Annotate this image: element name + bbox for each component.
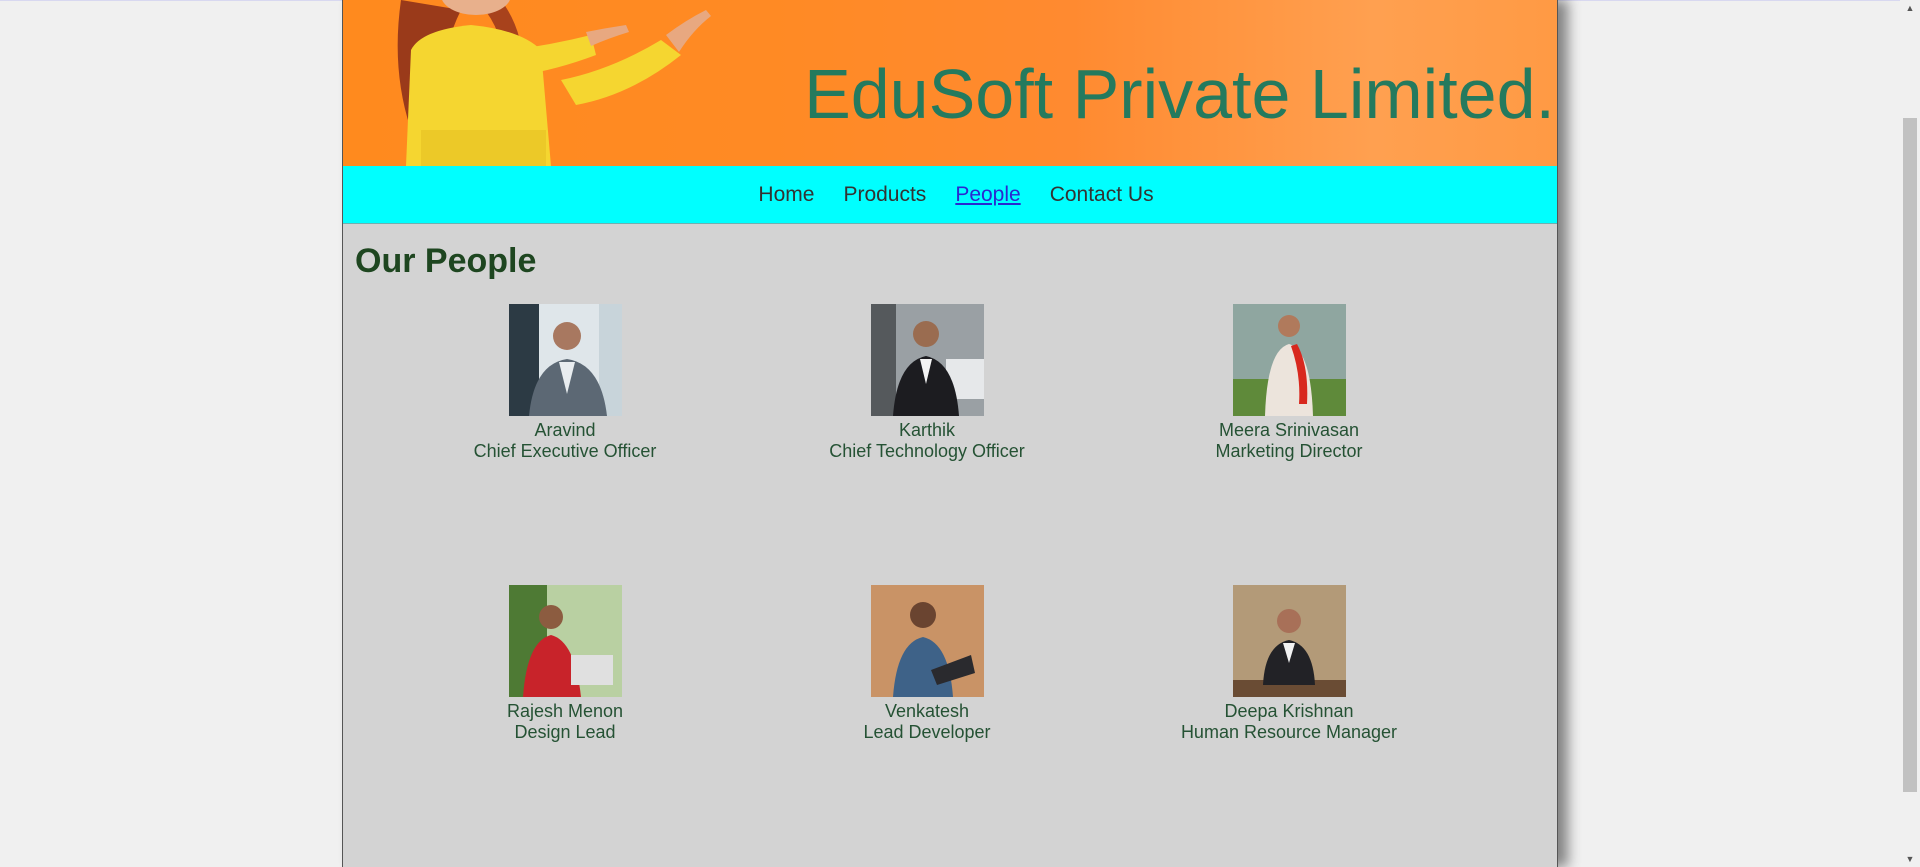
person-role: Lead Developer [863,722,991,742]
page-container: EduSoft Private Limited. Home Products P… [342,0,1558,867]
person-card: Meera Srinivasan Marketing Director [1159,304,1419,462]
banner-woman-pointing-image [397,0,711,166]
scroll-down-arrow-icon[interactable]: ▼ [1900,851,1920,867]
company-title: EduSoft Private Limited. [804,55,1555,133]
banner: EduSoft Private Limited. [343,0,1557,166]
person-name: Rajesh Menon [506,701,624,721]
person-name: Deepa Krishnan [1224,701,1354,721]
person-photo [1232,585,1346,697]
person-photo [870,585,984,697]
person-role: Marketing Director [1215,441,1363,461]
person-photo [508,585,622,697]
person-name: Karthik [898,420,956,440]
person-role: Chief Executive Officer [473,441,657,461]
person-photo [1232,304,1346,416]
person-card: Rajesh Menon Design Lead [435,585,695,743]
person-card: Karthik Chief Technology Officer [797,304,1057,462]
person-card: Deepa Krishnan Human Resource Manager [1159,585,1419,743]
person-card: Venkatesh Lead Developer [797,585,1057,743]
person-role: Chief Technology Officer [829,441,1025,461]
scroll-up-arrow-icon[interactable]: ▲ [1900,0,1920,16]
nav-people[interactable]: People [955,183,1020,207]
person-name: Venkatesh [884,701,970,721]
person-name: Meera Srinivasan [1218,420,1360,440]
nav-products[interactable]: Products [843,183,926,207]
scrollbar-thumb[interactable] [1903,118,1917,792]
person-role: Design Lead [514,722,616,742]
page-title: Our People [355,242,537,280]
main-content: Our People Aravind Chief Executive Offic… [343,224,1557,742]
nav-home[interactable]: Home [758,183,814,207]
nav-contact-us[interactable]: Contact Us [1050,183,1154,207]
main-nav: Home Products People Contact Us [343,166,1557,224]
person-role: Human Resource Manager [1180,722,1398,742]
person-photo [508,304,622,416]
person-photo [870,304,984,416]
person-name: Aravind [534,420,596,440]
person-card: Aravind Chief Executive Officer [435,304,695,462]
vertical-scrollbar[interactable]: ▲ ▼ [1900,0,1920,867]
